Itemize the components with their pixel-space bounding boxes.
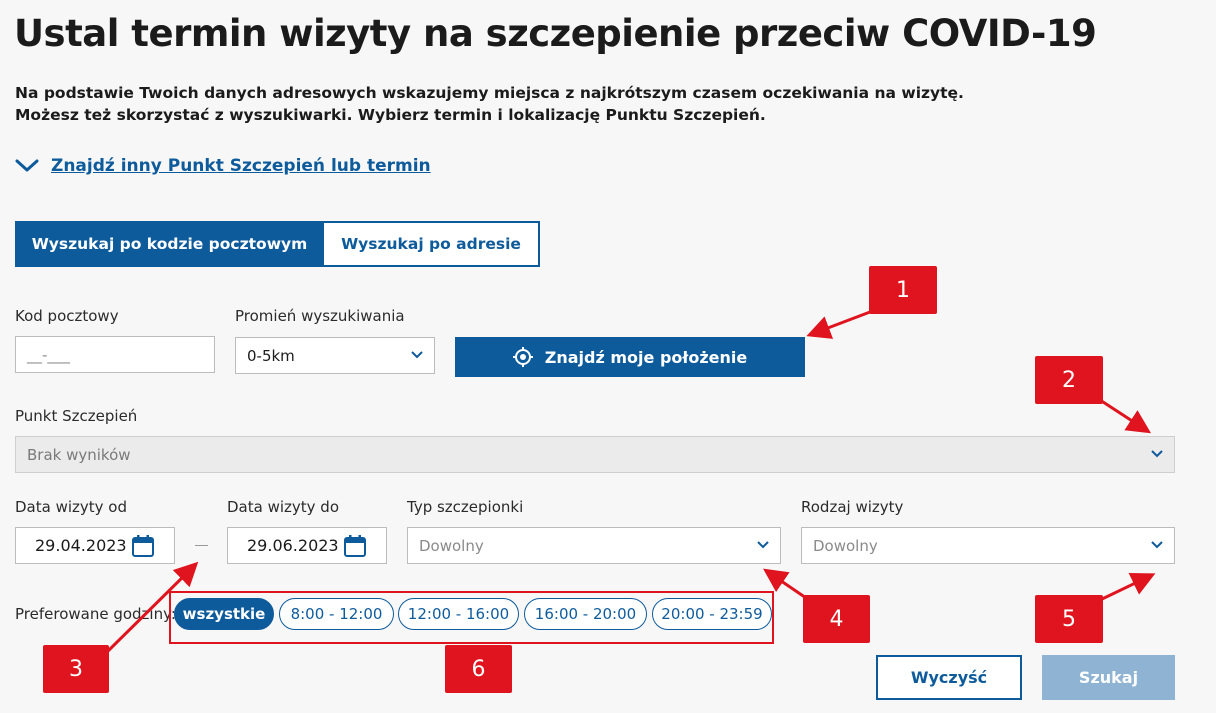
- radius-select[interactable]: 0-5km: [235, 337, 435, 374]
- chevron-down-icon: [411, 350, 423, 358]
- locate-me-button[interactable]: Znajdź moje położenie: [455, 337, 805, 377]
- find-other-point-label: Znajdź inny Punkt Szczepień lub termin: [51, 156, 431, 176]
- date-to-input[interactable]: 29.06.2023: [227, 527, 387, 564]
- find-other-point-link[interactable]: Znajdź inny Punkt Szczepień lub termin: [15, 156, 431, 176]
- clear-button[interactable]: Wyczyść: [876, 655, 1022, 700]
- page-title: Ustal termin wizyty na szczepienie przec…: [14, 12, 1097, 55]
- tab-postal-code[interactable]: Wyszukaj po kodzie pocztowym: [15, 221, 324, 267]
- hours-highlight-box: [169, 591, 774, 644]
- vaccine-type-select[interactable]: Dowolny: [407, 527, 781, 564]
- calendar-icon[interactable]: [132, 535, 154, 557]
- chevron-down-icon: [1151, 540, 1163, 548]
- annotation-badge-3: 3: [43, 645, 109, 693]
- date-range-separator: [195, 545, 208, 546]
- annotation-badge-5: 5: [1035, 595, 1103, 643]
- locate-me-label: Znajdź moje położenie: [544, 347, 748, 367]
- intro-text: Na podstawie Twoich danych adresowych ws…: [15, 82, 964, 126]
- visit-kind-label: Rodzaj wizyty: [801, 498, 904, 516]
- annotation-badge-1: 1: [869, 266, 937, 314]
- date-to-value: 29.06.2023: [247, 536, 339, 555]
- date-from-value: 29.04.2023: [35, 536, 127, 555]
- annotation-arrow-2: [1099, 398, 1152, 434]
- vaccination-point-select[interactable]: Brak wyników: [15, 436, 1175, 473]
- postal-code-input[interactable]: __-___: [15, 336, 215, 373]
- preferred-hours-label: Preferowane godziny:: [15, 605, 176, 623]
- annotation-badge-6: 6: [445, 645, 512, 693]
- vaccine-type-label: Typ szczepionki: [407, 498, 524, 516]
- chevron-down-icon: [15, 159, 39, 172]
- annotation-arrow-5: [1099, 572, 1156, 602]
- radius-label: Promień wyszukiwania: [235, 307, 405, 325]
- calendar-icon[interactable]: [344, 535, 366, 557]
- vaccine-type-value: Dowolny: [419, 536, 484, 555]
- visit-kind-select[interactable]: Dowolny: [801, 527, 1175, 564]
- date-from-label: Data wizyty od: [15, 498, 127, 516]
- chevron-down-icon: [757, 540, 769, 548]
- intro-line-2: Możesz też skorzystać z wyszukiwarki. Wy…: [15, 106, 766, 124]
- annotation-badge-4: 4: [803, 595, 870, 643]
- vaccination-point-value: Brak wyników: [27, 445, 131, 464]
- search-button[interactable]: Szukaj: [1042, 655, 1175, 700]
- chevron-down-icon: [1151, 449, 1163, 457]
- postal-code-label: Kod pocztowy: [15, 307, 119, 325]
- annotation-badge-2: 2: [1035, 356, 1103, 404]
- annotation-arrow-1: [806, 310, 871, 339]
- date-to-label: Data wizyty do: [227, 498, 339, 516]
- visit-kind-value: Dowolny: [813, 536, 878, 555]
- date-from-input[interactable]: 29.04.2023: [15, 527, 175, 564]
- intro-line-1: Na podstawie Twoich danych adresowych ws…: [15, 84, 964, 102]
- tab-address[interactable]: Wyszukaj po adresie: [322, 221, 540, 267]
- radius-value: 0-5km: [247, 346, 295, 365]
- vaccination-point-label: Punkt Szczepień: [15, 407, 138, 425]
- postal-code-placeholder: __-___: [27, 345, 70, 364]
- crosshair-icon: [512, 347, 533, 367]
